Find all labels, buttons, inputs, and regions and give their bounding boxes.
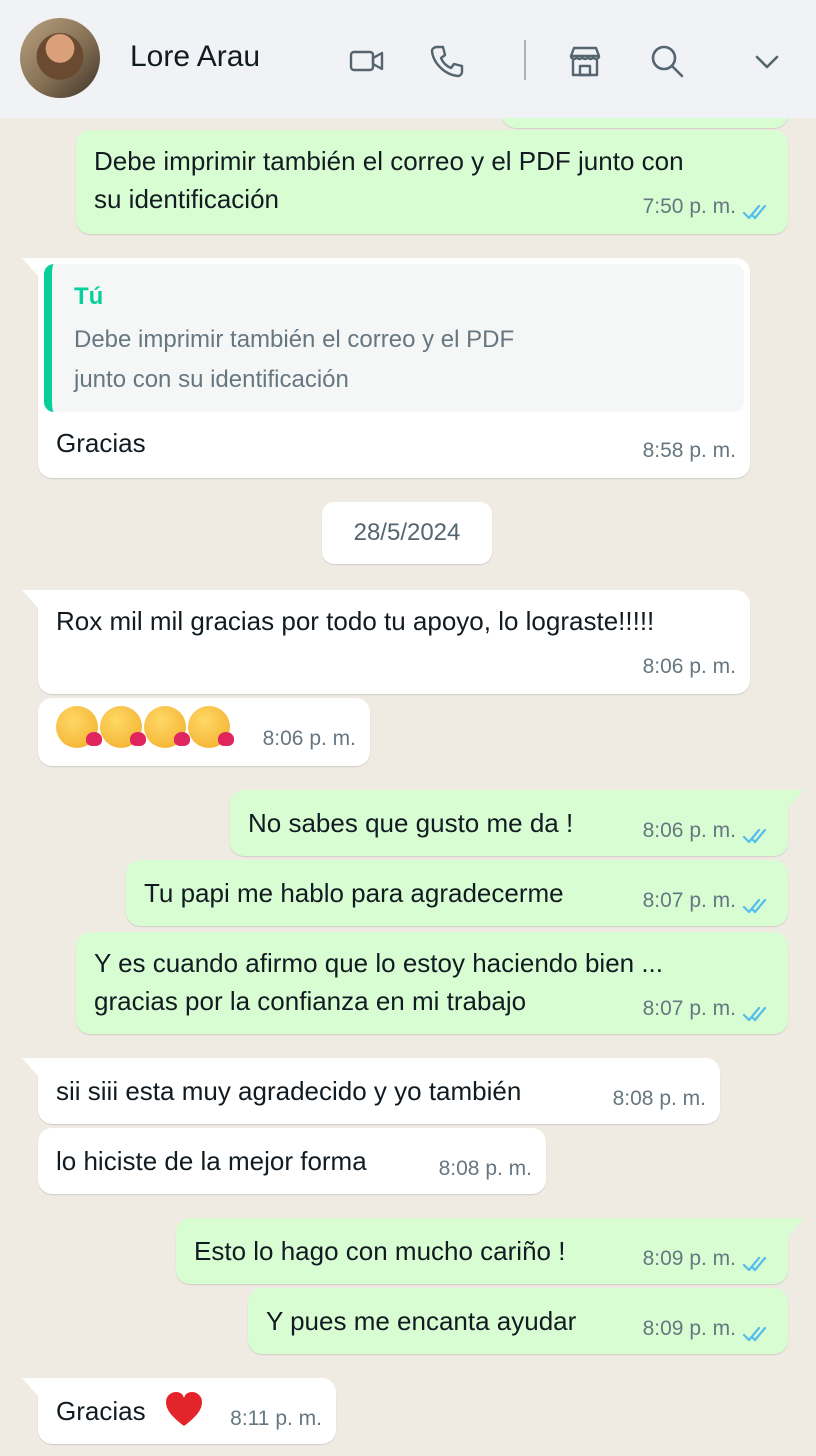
message-time: 8:07 p. m.	[642, 997, 736, 1020]
header-divider	[524, 40, 526, 80]
message-time: 8:06 p. m.	[642, 819, 736, 842]
message-meta: 8:09 p. m.	[643, 1310, 774, 1348]
message-text: su identificación	[94, 184, 279, 214]
message-bubble-outgoing[interactable]: Debe imprimir también el correo y el PDF…	[76, 130, 788, 234]
message-meta: 8:06 p. m.	[643, 648, 736, 686]
message-meta: 8:09 p. m.	[643, 1240, 774, 1278]
message-time: 8:11 p. m.	[230, 1407, 322, 1430]
message-time: 7:50 p. m.	[642, 195, 736, 218]
message-meta: 8:07 p. m.	[643, 990, 774, 1028]
message-time: 8:07 p. m.	[642, 889, 736, 912]
chevron-down-icon[interactable]	[748, 42, 786, 80]
message-text: sii siii esta muy agradecido y yo tambié…	[56, 1076, 522, 1106]
message-bubble-outgoing[interactable]: Esto lo hago con mucho cariño ! 8:09 p. …	[176, 1218, 804, 1284]
quoted-message[interactable]: Tú Debe imprimir también el correo y el …	[44, 264, 744, 412]
message-meta: 8:06 p. m.	[643, 812, 774, 850]
contact-avatar[interactable]	[20, 18, 100, 98]
message-meta: 8:58 p. m.	[643, 432, 736, 470]
message-bubble-incoming[interactable]: 8:06 p. m.	[38, 698, 370, 766]
message-text: No sabes que gusto me da !	[248, 808, 574, 838]
message-text: Y es cuando afirmo que lo estoy haciendo…	[94, 948, 664, 978]
message-meta: 8:06 p. m.	[263, 720, 356, 758]
message-meta: 8:08 p. m.	[439, 1150, 532, 1188]
message-text: Gracias	[56, 1396, 146, 1426]
read-ticks-icon	[742, 197, 774, 220]
message-text: Y pues me encanta ayudar	[266, 1306, 577, 1336]
message-meta: 8:07 p. m.	[643, 882, 774, 920]
contact-name[interactable]: Lore Arau	[130, 40, 260, 74]
message-bubble-outgoing[interactable]: Y pues me encanta ayudar 8:09 p. m.	[248, 1288, 788, 1354]
message-bubble-incoming[interactable]: lo hiciste de la mejor forma 8:08 p. m.	[38, 1128, 546, 1194]
message-meta: 8:08 p. m.	[613, 1080, 706, 1118]
quote-text-line: junto con su identificación	[74, 366, 349, 393]
catalog-icon[interactable]	[566, 42, 604, 80]
message-text: gracias por la confianza en mi trabajo	[94, 986, 527, 1016]
quote-author: Tú	[74, 283, 104, 310]
kissing-face-with-heart-emoji	[100, 706, 146, 748]
message-meta: 8:11 p. m.	[230, 1400, 322, 1438]
message-bubble-outgoing[interactable]: Tu papi me hablo para agradecerme 8:07 p…	[126, 860, 788, 926]
message-bubble-incoming[interactable]: Gracias 8:11 p. m.	[22, 1378, 336, 1444]
message-time: 8:08 p. m.	[438, 1157, 532, 1180]
message-text: Tu papi me hablo para agradecerme	[144, 878, 564, 908]
read-ticks-icon	[742, 1249, 774, 1272]
message-time: 8:06 p. m.	[642, 655, 736, 678]
video-call-icon[interactable]	[348, 42, 386, 80]
voice-call-icon[interactable]	[428, 42, 466, 80]
message-time: 8:08 p. m.	[612, 1087, 706, 1110]
read-ticks-icon	[742, 891, 774, 914]
chat-header: Lore Arau	[0, 0, 816, 118]
message-text: lo hiciste de la mejor forma	[56, 1146, 367, 1176]
message-bubble-incoming[interactable]: Rox mil mil gracias por todo tu apoyo, l…	[22, 590, 750, 694]
message-time: 8:58 p. m.	[642, 439, 736, 462]
red-heart-emoji	[166, 1392, 202, 1426]
message-bubble-incoming[interactable]: Tú Debe imprimir también el correo y el …	[22, 258, 750, 478]
date-separator: 28/5/2024	[322, 502, 492, 564]
message-meta: 7:50 p. m.	[643, 188, 774, 226]
read-ticks-icon	[742, 1319, 774, 1342]
read-ticks-icon	[742, 821, 774, 844]
search-icon[interactable]	[648, 42, 686, 80]
kissing-face-with-heart-emoji	[144, 706, 190, 748]
message-text: Esto lo hago con mucho cariño !	[194, 1236, 566, 1266]
message-bubble-incoming[interactable]: sii siii esta muy agradecido y yo tambié…	[22, 1058, 720, 1124]
kissing-face-with-heart-emoji	[56, 706, 102, 748]
quote-text-line: Debe imprimir también el correo y el PDF	[74, 326, 515, 353]
message-time: 8:09 p. m.	[642, 1317, 736, 1340]
message-time: 8:06 p. m.	[262, 727, 356, 750]
message-bubble-outgoing[interactable]: Y es cuando afirmo que lo estoy haciendo…	[76, 932, 788, 1034]
read-ticks-icon	[742, 999, 774, 1022]
message-text: Debe imprimir también el correo y el PDF…	[94, 146, 684, 176]
message-time: 8:09 p. m.	[642, 1247, 736, 1270]
quote-text: Debe imprimir también el correo y el PDF…	[74, 320, 694, 400]
message-text: Gracias	[56, 428, 146, 458]
kissing-face-with-heart-emoji	[188, 706, 234, 748]
message-bubble-outgoing[interactable]: No sabes que gusto me da ! 8:06 p. m.	[230, 790, 804, 856]
message-text: Rox mil mil gracias por todo tu apoyo, l…	[56, 606, 655, 636]
